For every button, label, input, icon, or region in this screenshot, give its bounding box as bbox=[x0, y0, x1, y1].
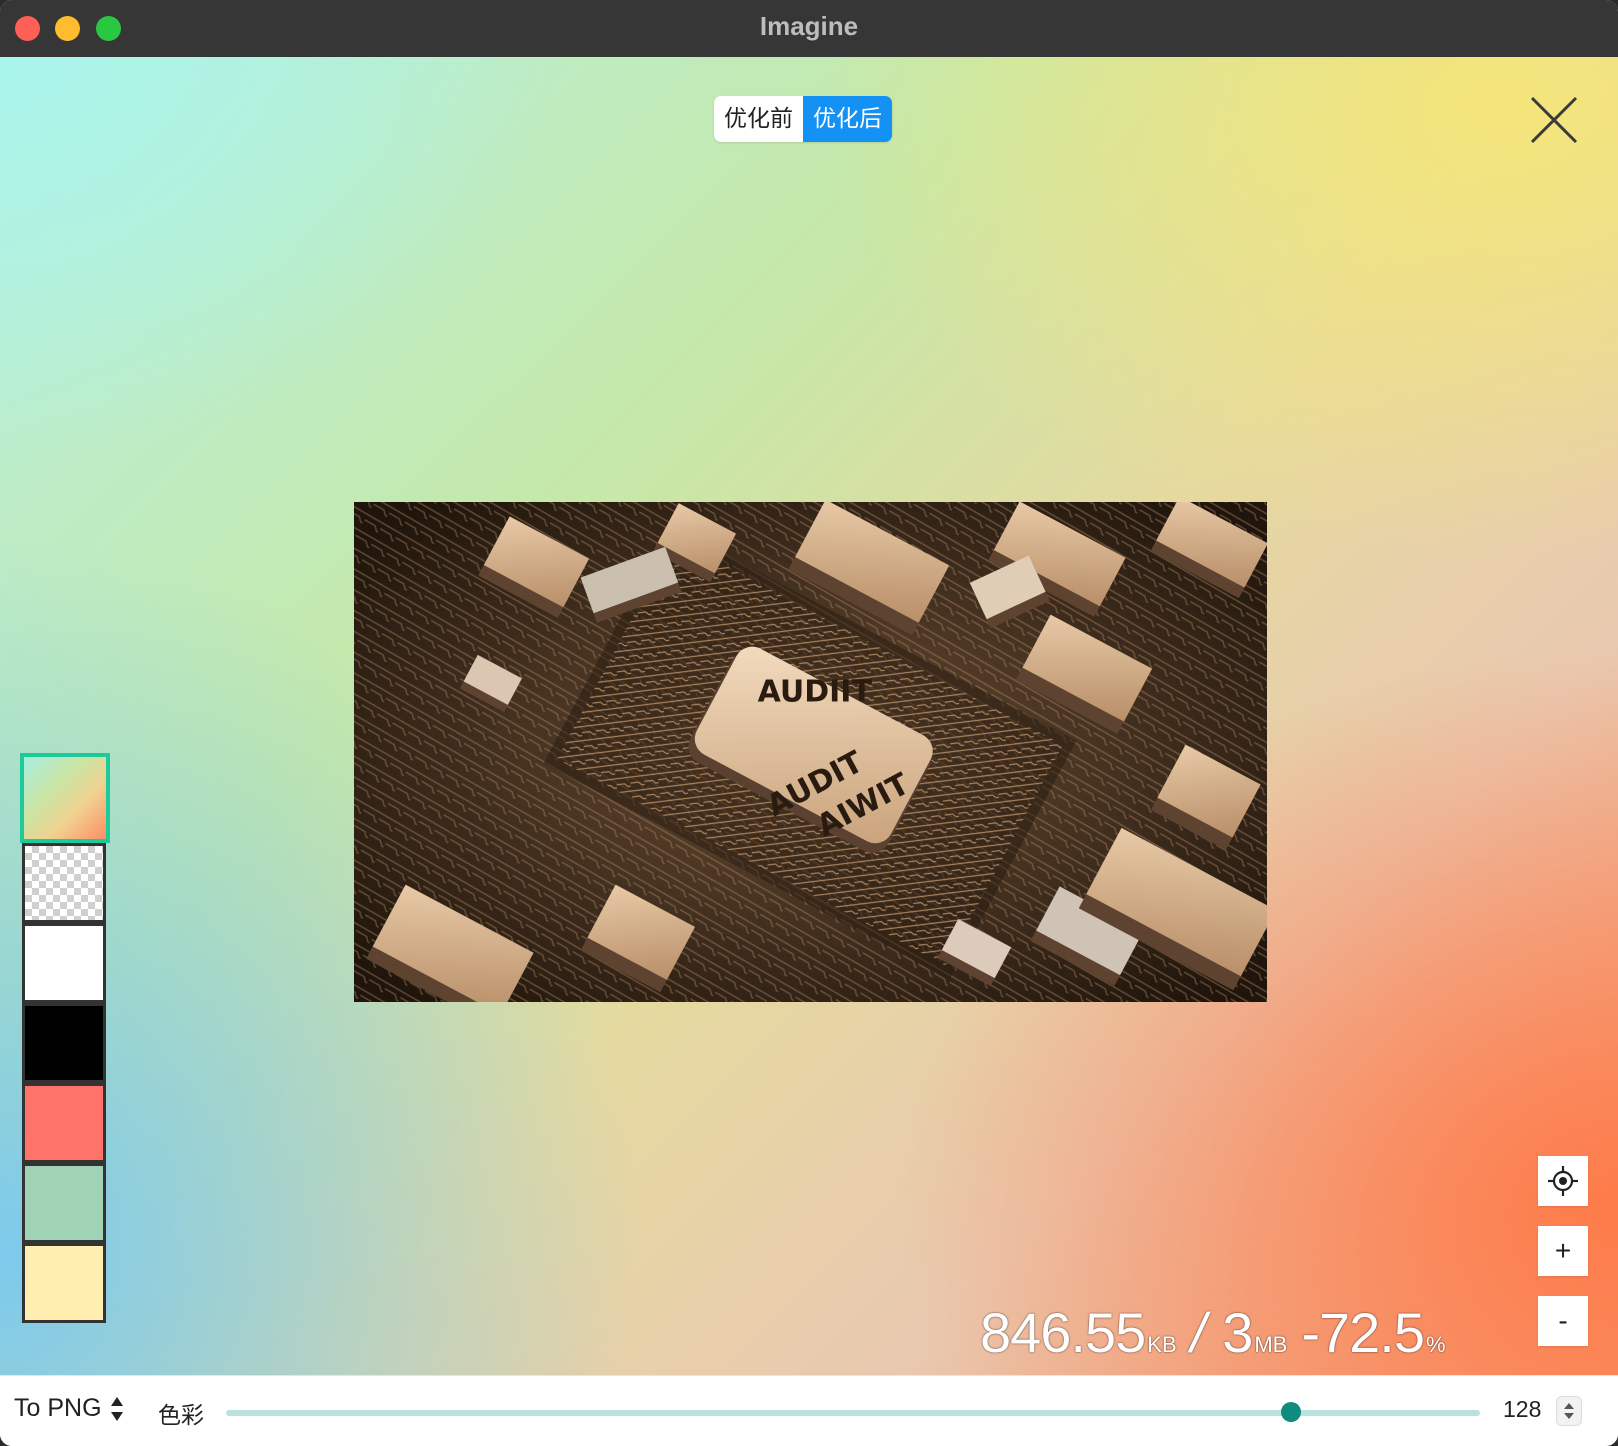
app-window: Imagine 优化前 优化后 AUDIIT AUDIT AIWIT + - 8… bbox=[0, 0, 1618, 1446]
swatch-gradient[interactable] bbox=[20, 753, 110, 843]
color-count-stepper[interactable] bbox=[1556, 1396, 1582, 1426]
old-size-unit: MB bbox=[1254, 1332, 1288, 1357]
preview-image: AUDIIT AUDIT AIWIT bbox=[354, 502, 1267, 1002]
bottom-toolbar: To PNG 色彩 128 bbox=[0, 1375, 1618, 1446]
size-stats: 846.55KB /3MB -72.5% bbox=[980, 1300, 1460, 1370]
locate-button[interactable] bbox=[1538, 1156, 1588, 1206]
color-count-value[interactable]: 128 bbox=[1503, 1396, 1541, 1423]
chip-label-1: AUDIIT bbox=[758, 674, 873, 709]
background-swatches bbox=[20, 753, 110, 1323]
swatch-red[interactable] bbox=[22, 1083, 106, 1163]
format-select-value: To PNG bbox=[14, 1394, 102, 1422]
new-size-unit: KB bbox=[1147, 1332, 1177, 1357]
swatch-transparent[interactable] bbox=[22, 843, 106, 923]
size-change-unit: % bbox=[1426, 1332, 1446, 1357]
zoom-out-button[interactable]: - bbox=[1538, 1296, 1588, 1346]
swatch-white[interactable] bbox=[22, 923, 106, 1003]
color-count-slider-thumb[interactable] bbox=[1280, 1402, 1301, 1422]
circuit-board-image: AUDIIT AUDIT AIWIT bbox=[354, 502, 1267, 1002]
format-select[interactable]: To PNG bbox=[14, 1394, 124, 1423]
size-separator: / bbox=[1190, 1301, 1207, 1364]
compare-toggle: 优化前 优化后 bbox=[714, 96, 892, 142]
zoom-in-button[interactable]: + bbox=[1538, 1226, 1588, 1276]
swatch-green[interactable] bbox=[22, 1163, 106, 1243]
toggle-before[interactable]: 优化前 bbox=[714, 96, 803, 142]
swatch-black[interactable] bbox=[22, 1003, 106, 1083]
title-bar: Imagine bbox=[0, 0, 1618, 58]
swatch-yellow[interactable] bbox=[22, 1243, 106, 1323]
window-title: Imagine bbox=[759, 11, 859, 41]
size-change-value: -72.5 bbox=[1301, 1301, 1425, 1364]
stepper-arrows-icon bbox=[1564, 1403, 1574, 1419]
up-down-arrows-icon bbox=[110, 1396, 123, 1421]
new-size-value: 846.55 bbox=[980, 1301, 1146, 1364]
toggle-after[interactable]: 优化后 bbox=[803, 96, 892, 142]
close-icon[interactable] bbox=[1530, 96, 1578, 144]
color-count-label: 色彩 bbox=[158, 1403, 204, 1429]
old-size-value: 3 bbox=[1222, 1301, 1253, 1364]
locate-icon bbox=[1548, 1166, 1578, 1196]
